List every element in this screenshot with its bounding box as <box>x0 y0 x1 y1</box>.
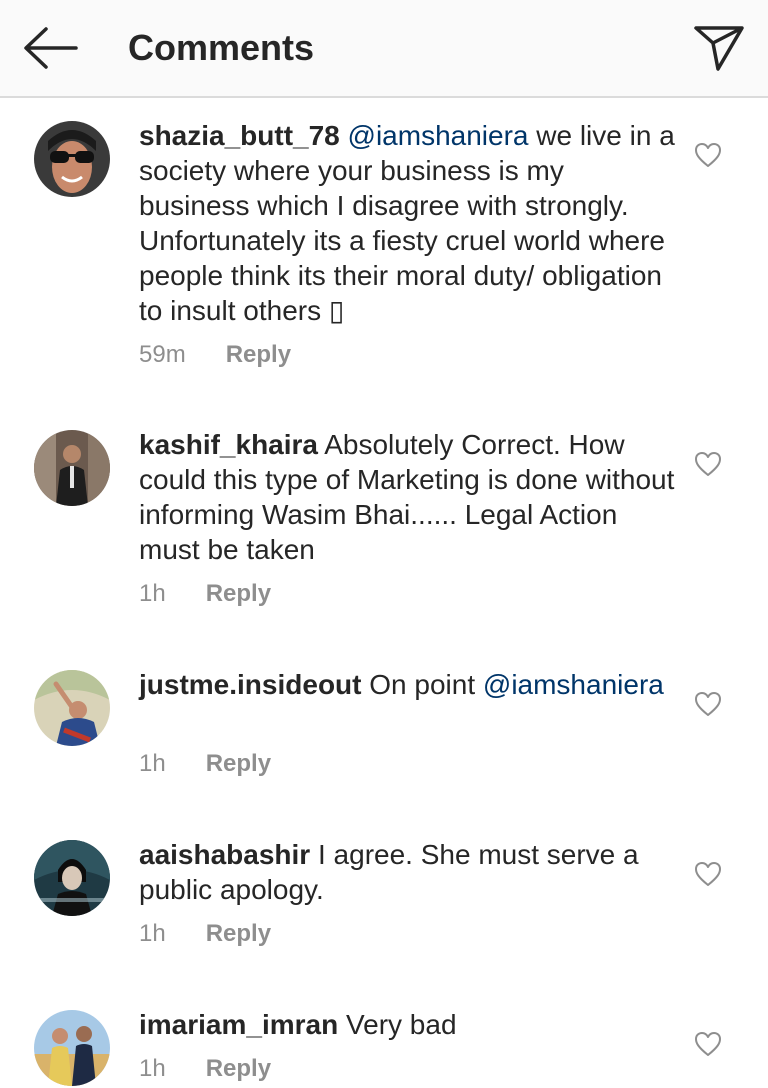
comment-time: 1h <box>139 580 166 607</box>
comment-meta: 1h Reply <box>139 579 271 609</box>
arrow-left-icon <box>24 27 78 69</box>
heart-icon <box>695 1032 721 1056</box>
comment-mention[interactable]: @iamshaniera <box>483 669 664 700</box>
comment-username[interactable]: justme.insideout <box>139 669 361 700</box>
comment-meta: 1h Reply <box>139 749 271 779</box>
comment-mention[interactable]: @iamshaniera <box>348 120 529 151</box>
comment-time: 59m <box>139 341 186 368</box>
comment-time: 1h <box>139 1055 166 1082</box>
avatar[interactable] <box>34 1010 110 1086</box>
comment-text: justme.insideout On point @iamshaniera <box>139 667 679 702</box>
like-button[interactable] <box>690 1026 726 1062</box>
comment-text: imariam_imran Very bad <box>139 1007 679 1042</box>
page-title: Comments <box>128 27 315 68</box>
heart-icon <box>695 452 721 476</box>
like-button[interactable] <box>690 856 726 892</box>
comment-meta: 1h Reply <box>139 1054 271 1084</box>
back-button[interactable] <box>18 22 82 74</box>
heart-icon <box>695 862 721 886</box>
like-button[interactable] <box>690 446 726 482</box>
comment-message: Very bad <box>346 1009 457 1040</box>
comment-username[interactable]: imariam_imran <box>139 1009 338 1040</box>
header-bar: Comments <box>0 0 768 98</box>
comment-time: 1h <box>139 750 166 777</box>
heart-icon <box>695 143 721 167</box>
comment-username[interactable]: shazia_butt_78 <box>139 120 340 151</box>
comment-time: 1h <box>139 920 166 947</box>
comment-username[interactable]: kashif_khaira <box>139 429 318 460</box>
avatar[interactable] <box>34 430 110 506</box>
reply-button[interactable]: Reply <box>226 340 291 370</box>
like-button[interactable] <box>690 137 726 173</box>
share-button[interactable] <box>690 20 748 76</box>
like-button[interactable] <box>690 686 726 722</box>
avatar[interactable] <box>34 121 110 197</box>
reply-button[interactable]: Reply <box>206 579 271 609</box>
comment-text: aaishabashir I agree. She must serve a p… <box>139 837 679 907</box>
comment-text: shazia_butt_78 @iamshaniera we live in a… <box>139 118 679 328</box>
avatar[interactable] <box>34 840 110 916</box>
reply-button[interactable]: Reply <box>206 919 271 949</box>
avatar[interactable] <box>34 670 110 746</box>
comment-message: On point <box>369 669 476 700</box>
reply-button[interactable]: Reply <box>206 749 271 779</box>
comment-username[interactable]: aaishabashir <box>139 839 310 870</box>
comment-meta: 1h Reply <box>139 919 271 949</box>
reply-button[interactable]: Reply <box>206 1054 271 1084</box>
comment-text: kashif_khaira Absolutely Correct. How co… <box>139 427 679 567</box>
comment-meta: 59m Reply <box>139 340 291 370</box>
paper-plane-icon <box>694 26 744 71</box>
heart-icon <box>695 692 721 716</box>
